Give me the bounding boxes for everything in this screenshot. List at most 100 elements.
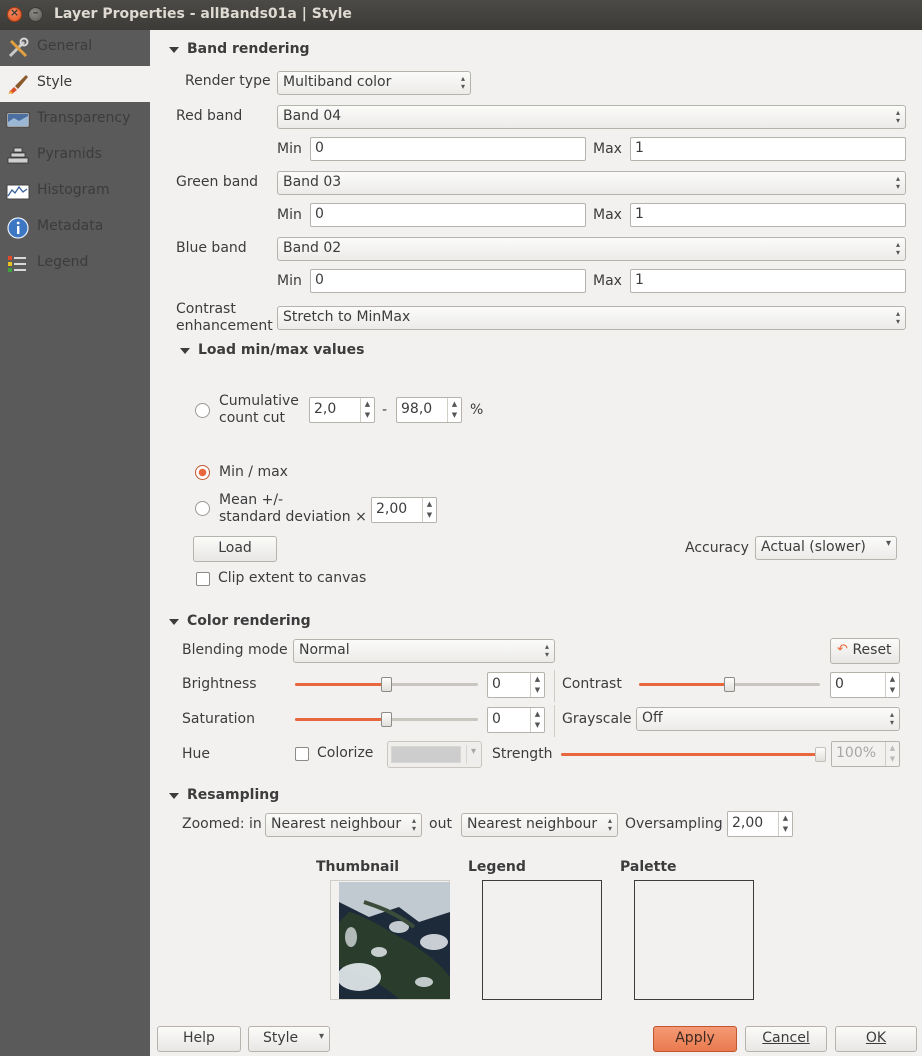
green-max-input[interactable]: 1 bbox=[630, 203, 906, 227]
blending-mode-select[interactable]: Normal ▴ ▾ bbox=[293, 639, 555, 663]
window-titlebar[interactable]: × – Layer Properties - allBands01a | Sty… bbox=[0, 0, 922, 30]
cumulative-label-line2: count cut bbox=[219, 410, 286, 426]
colorize-label: Colorize bbox=[317, 745, 374, 761]
spin-arrows-icon[interactable]: ▲ ▼ bbox=[447, 398, 461, 422]
spin-arrows-icon[interactable]: ▲ ▼ bbox=[360, 398, 374, 422]
contrast-enhancement-select[interactable]: Stretch to MinMax ▴ ▾ bbox=[277, 306, 906, 330]
sidebar-item-transparency[interactable]: Transparency bbox=[0, 102, 150, 138]
strength-slider[interactable] bbox=[561, 747, 826, 762]
cumulative-cut-low-spinbox[interactable]: 2,0 ▲ ▼ bbox=[309, 397, 375, 423]
spin-arrows-icon[interactable]: ▲ ▼ bbox=[778, 812, 792, 836]
blue-min-input[interactable]: 0 bbox=[310, 269, 586, 293]
spin-arrows-icon[interactable]: ▲ ▼ bbox=[530, 708, 544, 732]
slider-handle[interactable] bbox=[381, 712, 392, 727]
sidebar-item-general[interactable]: General bbox=[0, 30, 150, 66]
sidebar-item-label: General bbox=[37, 38, 93, 54]
blue-band-value: Band 02 bbox=[283, 240, 342, 256]
red-band-label: Red band bbox=[176, 108, 243, 124]
slider-handle[interactable] bbox=[815, 747, 826, 762]
collapse-toggle-icon[interactable] bbox=[169, 793, 179, 799]
clip-extent-checkbox[interactable] bbox=[196, 572, 210, 586]
sidebar-item-style[interactable]: Style bbox=[0, 66, 150, 102]
red-max-input[interactable]: 1 bbox=[630, 137, 906, 161]
updown-arrow-icon: ▴ ▾ bbox=[889, 710, 894, 727]
divider bbox=[554, 705, 555, 737]
spin-arrows-icon[interactable]: ▲ ▼ bbox=[422, 498, 436, 522]
saturation-spinbox[interactable]: 0 ▲ ▼ bbox=[487, 707, 545, 733]
help-button[interactable]: Help bbox=[157, 1026, 241, 1052]
zoomed-out-select[interactable]: Nearest neighbour ▴ ▾ bbox=[461, 813, 618, 837]
blue-max-label: Max bbox=[593, 273, 622, 289]
histogram-icon bbox=[6, 184, 30, 200]
brightness-label: Brightness bbox=[182, 676, 257, 692]
apply-button[interactable]: Apply bbox=[653, 1026, 737, 1052]
slider-handle[interactable] bbox=[381, 677, 392, 692]
render-type-value: Multiband color bbox=[283, 74, 392, 90]
cumulative-count-cut-radio[interactable] bbox=[195, 403, 210, 418]
zoomed-in-value: Nearest neighbour bbox=[271, 816, 402, 832]
red-min-label: Min bbox=[277, 141, 302, 157]
strength-label: Strength bbox=[492, 746, 553, 762]
sidebar-item-histogram[interactable]: Histogram bbox=[0, 174, 150, 210]
window-minimize-button[interactable]: – bbox=[28, 6, 43, 22]
cumulative-cut-high-spinbox[interactable]: 98,0 ▲ ▼ bbox=[396, 397, 462, 423]
stddev-value: 2,00 bbox=[376, 501, 408, 517]
slider-fill bbox=[295, 683, 387, 686]
colorize-checkbox[interactable] bbox=[295, 747, 309, 761]
updown-arrow-icon: ▴ ▾ bbox=[895, 240, 900, 257]
contrast-slider[interactable] bbox=[639, 677, 820, 692]
accuracy-select[interactable]: Actual (slower) ▾ bbox=[755, 536, 897, 560]
contrast-value: 0 bbox=[835, 676, 844, 692]
updown-arrow-icon: ▴ ▾ bbox=[895, 309, 900, 326]
mean-stddev-radio[interactable] bbox=[195, 501, 210, 516]
sidebar-item-label: Style bbox=[37, 74, 73, 90]
spin-arrows-icon[interactable]: ▲ ▼ bbox=[530, 673, 544, 697]
spin-arrows-icon[interactable]: ▲ ▼ bbox=[885, 673, 899, 697]
green-band-select[interactable]: Band 03 ▴ ▾ bbox=[277, 171, 906, 195]
cancel-button[interactable]: Cancel bbox=[745, 1026, 827, 1052]
mean-label-line1: Mean +/- bbox=[219, 492, 284, 508]
thumbnail-image bbox=[339, 882, 450, 999]
colorize-color-button[interactable]: ▾ bbox=[387, 741, 482, 768]
oversampling-spinbox[interactable]: 2,00 ▲ ▼ bbox=[727, 811, 793, 837]
sidebar-item-legend[interactable]: Legend bbox=[0, 246, 150, 282]
red-min-input[interactable]: 0 bbox=[310, 137, 586, 161]
load-minmax-title: Load min/max values bbox=[198, 342, 365, 358]
grayscale-select[interactable]: Off ▴ ▾ bbox=[636, 707, 900, 731]
strength-value: 100% bbox=[836, 745, 877, 761]
zoomed-in-select[interactable]: Nearest neighbour ▴ ▾ bbox=[265, 813, 422, 837]
updown-arrow-icon: ▴ ▾ bbox=[895, 108, 900, 125]
brightness-slider[interactable] bbox=[295, 677, 478, 692]
collapse-toggle-icon[interactable] bbox=[169, 47, 179, 53]
dropdown-arrow-icon: ▾ bbox=[318, 1031, 324, 1042]
collapse-toggle-icon[interactable] bbox=[169, 619, 179, 625]
resampling-title: Resampling bbox=[187, 787, 280, 803]
sidebar-item-label: Histogram bbox=[37, 182, 110, 198]
sidebar-item-label: Transparency bbox=[37, 110, 131, 126]
render-type-select[interactable]: Multiband color ▴ ▾ bbox=[277, 71, 471, 95]
sidebar-item-pyramids[interactable]: Pyramids bbox=[0, 138, 150, 174]
slider-handle[interactable] bbox=[724, 677, 735, 692]
sidebar-item-label: Legend bbox=[37, 254, 89, 270]
ok-button[interactable]: OK bbox=[835, 1026, 917, 1052]
sidebar-item-metadata[interactable]: Metadata bbox=[0, 210, 150, 246]
style-menu-button[interactable]: Style ▾ bbox=[248, 1026, 330, 1052]
saturation-slider[interactable] bbox=[295, 712, 478, 727]
cut-range-dash: - bbox=[382, 402, 388, 418]
contrast-spinbox[interactable]: 0 ▲ ▼ bbox=[830, 672, 900, 698]
spin-arrows-icon[interactable]: ▲ ▼ bbox=[885, 742, 899, 766]
load-button[interactable]: Load bbox=[193, 536, 277, 562]
strength-spinbox[interactable]: 100% ▲ ▼ bbox=[831, 741, 900, 767]
palette-preview-box bbox=[634, 880, 754, 1000]
red-band-select[interactable]: Band 04 ▴ ▾ bbox=[277, 105, 906, 129]
collapse-toggle-icon[interactable] bbox=[180, 348, 190, 354]
green-min-input[interactable]: 0 bbox=[310, 203, 586, 227]
blue-band-select[interactable]: Band 02 ▴ ▾ bbox=[277, 237, 906, 261]
reset-button[interactable]: ↶ Reset bbox=[830, 638, 900, 664]
blue-max-input[interactable]: 1 bbox=[630, 269, 906, 293]
window-close-button[interactable]: × bbox=[7, 6, 22, 22]
stddev-spinbox[interactable]: 2,00 ▲ ▼ bbox=[371, 497, 437, 523]
brightness-spinbox[interactable]: 0 ▲ ▼ bbox=[487, 672, 545, 698]
min-max-radio[interactable] bbox=[195, 465, 210, 480]
contrast-enhancement-label: Contrast enhancement bbox=[176, 301, 273, 335]
